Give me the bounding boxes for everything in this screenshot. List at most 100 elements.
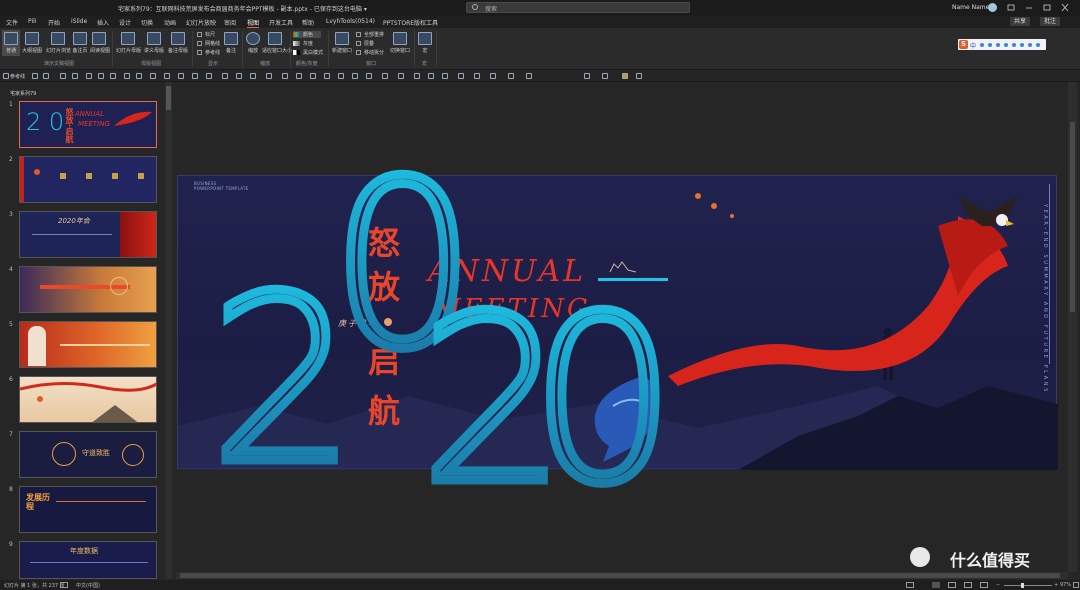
switch-window-button[interactable]: 切换窗口 bbox=[388, 32, 412, 54]
tab-islide[interactable]: iSlide bbox=[71, 18, 87, 25]
zoom-button[interactable]: 缩放 bbox=[246, 32, 260, 54]
notes-master-button[interactable]: 备注母版 bbox=[167, 32, 189, 54]
tab-animations[interactable]: 动画 bbox=[164, 18, 176, 27]
reading-view-button[interactable]: 阅读视图 bbox=[90, 32, 110, 54]
grayscale-button[interactable]: 灰度 bbox=[293, 40, 313, 47]
tab-lvyhtools[interactable]: LvyhTools(0514) bbox=[326, 18, 375, 25]
arrow-icon[interactable] bbox=[282, 73, 288, 79]
ime-keyboard-icon[interactable] bbox=[1004, 43, 1008, 47]
slide-vertical-scrollbar[interactable] bbox=[1068, 82, 1077, 572]
customize-qat-icon[interactable] bbox=[636, 73, 642, 79]
slide-thumbnail-5[interactable] bbox=[19, 321, 157, 368]
animation-icon[interactable] bbox=[474, 73, 480, 79]
circle-icon[interactable] bbox=[296, 73, 302, 79]
tab-insert[interactable]: 插入 bbox=[97, 18, 109, 27]
group-icon[interactable] bbox=[136, 73, 142, 79]
ime-user-icon[interactable] bbox=[1028, 43, 1032, 47]
color-button[interactable]: 颜色 bbox=[293, 31, 322, 38]
select-icon[interactable] bbox=[584, 73, 590, 79]
flip-icon[interactable] bbox=[178, 73, 184, 79]
ime-tools-icon[interactable] bbox=[1020, 43, 1024, 47]
edit-points-icon[interactable] bbox=[458, 73, 464, 79]
avatar[interactable] bbox=[988, 3, 997, 12]
user-name[interactable]: Name Name bbox=[952, 4, 989, 11]
slide-horizontal-scrollbar[interactable] bbox=[176, 572, 1068, 579]
slide-sorter-button[interactable]: 幻灯片浏览 bbox=[46, 32, 71, 54]
slide-master-button[interactable]: 幻灯片母版 bbox=[116, 32, 141, 54]
align-right-icon[interactable] bbox=[110, 73, 116, 79]
new-window-button[interactable]: 新建窗口 bbox=[332, 32, 352, 54]
tab-slideshow[interactable]: 幻灯片放映 bbox=[186, 18, 216, 27]
minimize-icon[interactable] bbox=[1024, 3, 1034, 12]
merge-shapes-icon[interactable] bbox=[414, 73, 420, 79]
zoom-level[interactable]: 97% bbox=[1060, 582, 1071, 588]
thumbnail-scrollbar[interactable] bbox=[165, 82, 172, 579]
search-box[interactable]: 搜索 bbox=[466, 2, 690, 13]
rounded-rect-icon[interactable] bbox=[324, 73, 330, 79]
scrollbar-thumb[interactable] bbox=[1070, 122, 1075, 312]
folder-icon[interactable] bbox=[622, 73, 628, 79]
slide-thumbnail-4[interactable] bbox=[19, 266, 157, 313]
crop-icon[interactable] bbox=[150, 73, 156, 79]
selection-pane-icon[interactable] bbox=[602, 73, 608, 79]
present-icon[interactable] bbox=[72, 73, 78, 79]
guides-toggle-icon[interactable] bbox=[3, 73, 9, 79]
back-icon[interactable] bbox=[206, 73, 212, 79]
cascade-button[interactable]: 层叠 bbox=[356, 40, 374, 47]
ruler-checkbox[interactable]: 标尺 bbox=[197, 31, 215, 38]
table-icon[interactable] bbox=[366, 73, 372, 79]
eyedropper-icon[interactable] bbox=[428, 73, 434, 79]
tab-home[interactable]: 开始 bbox=[48, 18, 60, 27]
ime-emoji-icon[interactable] bbox=[988, 43, 992, 47]
shape-icon[interactable] bbox=[266, 73, 272, 79]
text-icon[interactable] bbox=[222, 73, 228, 79]
effect-icon[interactable] bbox=[490, 73, 496, 79]
tab-pptstore[interactable]: PPTSTORE版权工具 bbox=[383, 18, 438, 27]
ribbon-display-icon[interactable] bbox=[1006, 3, 1016, 12]
format-painter-icon[interactable] bbox=[236, 73, 242, 79]
slide-thumbnail-9[interactable]: 年度数据 bbox=[19, 541, 157, 579]
slide-sorter-icon[interactable] bbox=[948, 582, 956, 588]
rotate-icon[interactable] bbox=[164, 73, 170, 79]
reading-view-icon[interactable] bbox=[964, 582, 972, 588]
normal-view-icon[interactable] bbox=[932, 582, 940, 588]
align-left-icon[interactable] bbox=[86, 73, 92, 79]
curve-icon[interactable] bbox=[508, 73, 514, 79]
chart-icon[interactable] bbox=[382, 73, 388, 79]
zoom-out-icon[interactable]: − bbox=[996, 582, 1000, 588]
zoom-slider-thumb[interactable] bbox=[1021, 583, 1024, 588]
outline-view-button[interactable]: 大纲视图 bbox=[22, 32, 42, 54]
black-white-button[interactable]: 黑白模式 bbox=[293, 49, 323, 56]
triangle-icon[interactable] bbox=[338, 73, 344, 79]
tab-review[interactable]: 审阅 bbox=[224, 18, 236, 27]
fit-slide-icon[interactable] bbox=[1073, 582, 1079, 588]
ime-mode[interactable]: 中 bbox=[970, 41, 976, 50]
slideshow-icon[interactable] bbox=[980, 582, 988, 588]
star-icon[interactable] bbox=[352, 73, 358, 79]
normal-view-button[interactable]: 普通 bbox=[2, 30, 20, 56]
tab-file[interactable]: 文件 bbox=[6, 18, 18, 27]
slide-thumbnail-3[interactable]: 2020年会 bbox=[19, 211, 157, 258]
align-center-icon[interactable] bbox=[98, 73, 104, 79]
guides-checkbox[interactable]: 参考线 bbox=[197, 49, 220, 56]
slide-thumbnail-6[interactable] bbox=[19, 376, 157, 423]
tab-view[interactable]: 视图 bbox=[247, 18, 260, 28]
maximize-icon[interactable] bbox=[1042, 3, 1052, 12]
tab-pili[interactable]: Pili bbox=[28, 18, 37, 25]
slide-thumbnail-1[interactable]: 2 0 怒放·启航 ANNUAL MEETING bbox=[19, 101, 157, 148]
zoom-in-icon[interactable]: + bbox=[1054, 582, 1058, 588]
line-icon[interactable] bbox=[250, 73, 256, 79]
scrollbar-thumb[interactable] bbox=[180, 573, 1060, 578]
close-icon[interactable] bbox=[1060, 3, 1070, 12]
language-indicator[interactable]: 中文(中国) bbox=[76, 582, 100, 589]
slide-thumbnail-8[interactable]: 发展历程 bbox=[19, 486, 157, 533]
arrange-all-button[interactable]: 全部重排 bbox=[356, 31, 384, 38]
ime-grid-icon[interactable] bbox=[1036, 43, 1040, 47]
handout-master-button[interactable]: 讲义母版 bbox=[143, 32, 165, 54]
tab-design[interactable]: 设计 bbox=[119, 18, 131, 27]
ime-skin-icon[interactable] bbox=[1012, 43, 1016, 47]
ime-toolbar[interactable]: S 中 bbox=[958, 39, 1046, 50]
notes-toggle-icon[interactable] bbox=[906, 582, 914, 588]
freeform-icon[interactable] bbox=[526, 73, 532, 79]
front-icon[interactable] bbox=[192, 73, 198, 79]
